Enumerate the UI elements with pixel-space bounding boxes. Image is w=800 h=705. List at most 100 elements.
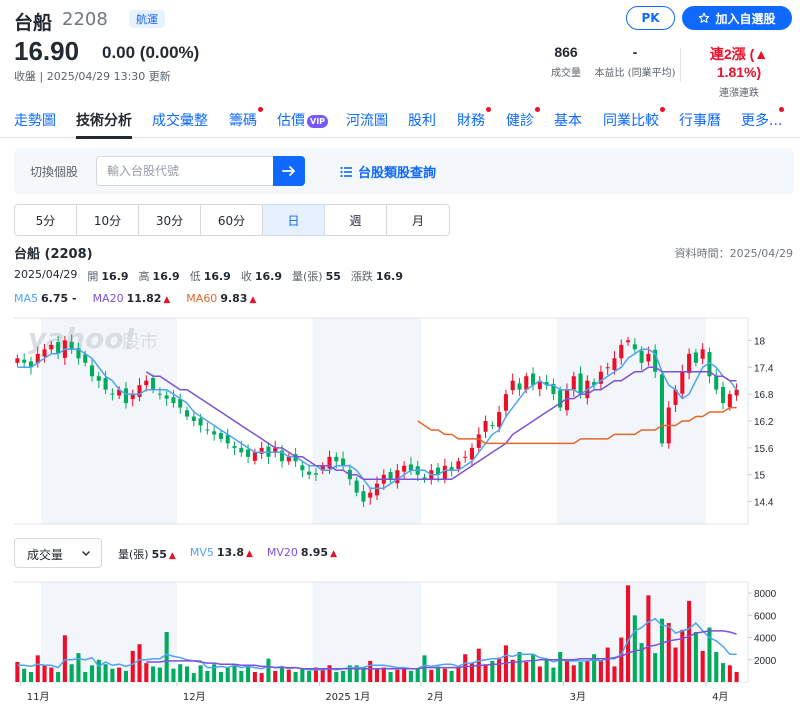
candle-body <box>137 385 142 397</box>
x-tick-label: 11月 <box>27 691 50 703</box>
volume-bar <box>721 663 726 682</box>
volume-bar <box>700 650 705 682</box>
candle-body <box>687 353 692 374</box>
candle-body <box>659 374 665 444</box>
volume-bar <box>28 672 33 682</box>
candle-body <box>246 449 251 457</box>
volume-bar <box>449 670 454 682</box>
volume-bar <box>62 635 67 682</box>
volume-bar <box>727 665 732 682</box>
volume-bar <box>89 665 95 682</box>
volume-bar <box>429 669 434 682</box>
volume-bar <box>463 654 468 682</box>
volume-bar <box>510 659 515 682</box>
candle-body <box>558 390 563 408</box>
volume-bar <box>571 665 576 682</box>
volume-bar <box>246 665 251 682</box>
volume-bar <box>619 637 624 682</box>
volume-bar <box>659 618 665 682</box>
candle-body <box>252 452 257 461</box>
candle-body <box>402 465 407 472</box>
volume-bar <box>456 667 461 682</box>
candle-body <box>463 456 468 458</box>
volume-bar <box>22 668 27 682</box>
volume-bar <box>632 615 637 682</box>
volume-bar <box>422 655 427 682</box>
candle-body <box>395 470 400 484</box>
volume-bar <box>157 667 162 682</box>
volume-bar <box>252 672 257 682</box>
y-tick-label: 4000 <box>754 634 777 645</box>
y-tick-label: 16.2 <box>754 417 774 428</box>
price-volume-chart[interactable]: yahoo!股市14.41515.616.216.817.41820004000… <box>0 0 800 705</box>
candle-body <box>341 458 346 466</box>
candle-body <box>212 431 217 435</box>
volume-bar <box>408 670 413 682</box>
volume-bar <box>693 632 698 682</box>
candle-body <box>612 358 617 370</box>
volume-bar <box>564 659 570 682</box>
volume-bar <box>117 667 122 682</box>
candle-body <box>232 446 237 448</box>
volume-bar <box>395 669 400 682</box>
y-tick-label: 18 <box>754 336 766 347</box>
candle-body <box>151 378 156 390</box>
volume-bar <box>225 667 230 682</box>
candle-body <box>408 464 413 471</box>
candle-body <box>693 352 698 363</box>
candle-body <box>239 447 244 453</box>
candle-body <box>626 340 631 343</box>
month-band <box>312 318 422 524</box>
candle-body <box>680 371 685 394</box>
candle-body <box>503 394 508 411</box>
volume-bar <box>110 668 115 682</box>
candle-body <box>15 358 20 363</box>
volume-bar <box>374 668 380 682</box>
candle-body <box>374 483 380 496</box>
volume-bar <box>83 672 88 682</box>
volume-bar <box>69 664 74 682</box>
volume-bar <box>164 632 169 682</box>
candle-body <box>714 376 719 390</box>
candle-body <box>469 447 475 460</box>
candle-body <box>483 421 488 432</box>
candle-body <box>334 456 339 462</box>
volume-bar <box>497 657 502 682</box>
volume-bar <box>436 666 441 682</box>
volume-bar <box>259 673 264 682</box>
volume-bar <box>402 667 407 682</box>
x-tick-label: 3月 <box>570 691 586 703</box>
candle-body <box>103 378 108 390</box>
volume-bar <box>673 647 678 682</box>
x-tick-label: 2月 <box>427 691 443 703</box>
volume-bar <box>551 667 556 682</box>
volume-bar <box>137 644 142 682</box>
volume-bar <box>334 672 339 682</box>
volume-bar <box>524 662 529 682</box>
volume-bar <box>483 664 488 682</box>
volume-bar <box>341 670 346 682</box>
candle-body <box>198 418 203 426</box>
candle-body <box>368 492 373 498</box>
volume-bar <box>144 663 149 682</box>
candle-body <box>218 433 223 439</box>
candle-body <box>123 388 128 404</box>
volume-bar <box>151 666 156 682</box>
x-tick-label: 4月 <box>712 691 728 703</box>
candle-body <box>110 393 115 395</box>
candle-body <box>205 429 210 431</box>
candle-body <box>456 461 461 469</box>
volume-bar <box>687 600 692 682</box>
candle-body <box>313 473 318 475</box>
y-tick-label: 17.4 <box>754 363 774 374</box>
volume-bar <box>734 672 739 682</box>
candle-body <box>700 349 705 359</box>
candle-body <box>497 412 502 427</box>
volume-bar <box>415 668 420 682</box>
y-tick-label: 8000 <box>754 589 777 600</box>
y-tick-label: 16.8 <box>754 390 774 401</box>
candle-body <box>89 365 95 377</box>
candle-body <box>578 373 583 395</box>
volume-bar <box>286 669 291 682</box>
candle-body <box>171 397 176 404</box>
